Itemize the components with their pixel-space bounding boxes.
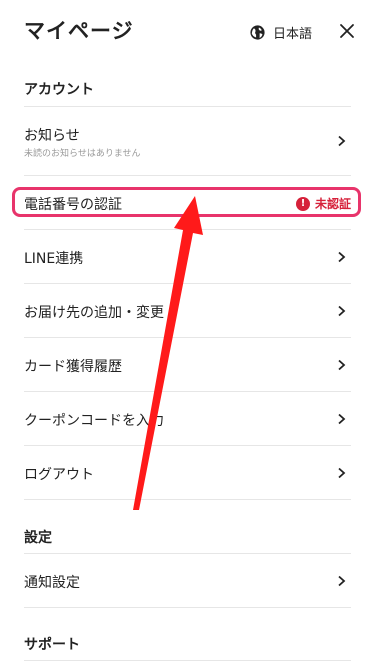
close-icon[interactable] — [335, 19, 359, 43]
menu-item-coupon[interactable]: クーポンコードを入力 — [24, 392, 351, 445]
page-title: マイページ — [24, 19, 134, 43]
header: マイページ 日本語 — [0, 0, 375, 64]
chevron-right-icon — [338, 575, 346, 587]
menu-item-notification-settings[interactable]: 通知設定 — [24, 554, 351, 607]
chevron-right-icon — [338, 305, 346, 317]
menu-item-sublabel: 未読のお知らせはありません — [24, 149, 141, 159]
menu-item-label: お届け先の追加・変更 — [24, 305, 164, 321]
menu-item-line-link[interactable]: LINE連携 — [24, 230, 351, 283]
menu-item-notifications[interactable]: お知らせ 未読のお知らせはありません — [24, 107, 351, 175]
menu-item-label: LINE連携 — [24, 251, 84, 267]
menu-item-logout[interactable]: ログアウト — [24, 446, 351, 499]
menu-item-card-history[interactable]: カード獲得履歴 — [24, 338, 351, 391]
menu-item-phone-verification[interactable]: 電話番号の認証 ! 未認証 — [24, 187, 351, 217]
menu-item-label: カード獲得履歴 — [24, 359, 122, 375]
divider — [24, 660, 351, 661]
menu-item-label: 電話番号の認証 — [24, 197, 122, 213]
divider — [24, 499, 351, 500]
status-label: 未認証 — [314, 197, 351, 211]
globe-icon — [250, 24, 265, 40]
status-badge: ! 未認証 — [295, 195, 351, 212]
chevron-right-icon — [338, 359, 346, 371]
section-heading-settings: 設定 — [24, 530, 52, 546]
chevron-right-icon — [338, 251, 346, 263]
language-label: 日本語 — [273, 26, 313, 42]
menu-item-label: クーポンコードを入力 — [24, 413, 164, 429]
menu-item-label: 通知設定 — [24, 575, 80, 591]
menu-item-label: ログアウト — [24, 467, 94, 483]
chevron-right-icon — [338, 467, 346, 479]
divider — [24, 175, 351, 176]
section-heading-account: アカウント — [24, 82, 94, 98]
alert-icon: ! — [295, 196, 310, 211]
chevron-right-icon — [338, 413, 346, 425]
menu-item-address[interactable]: お届け先の追加・変更 — [24, 284, 351, 337]
menu-item-label: お知らせ — [24, 128, 80, 144]
divider — [24, 607, 351, 608]
chevron-right-icon — [338, 135, 346, 147]
section-heading-support: サポート — [24, 637, 80, 653]
language-button[interactable]: 日本語 — [249, 21, 312, 43]
